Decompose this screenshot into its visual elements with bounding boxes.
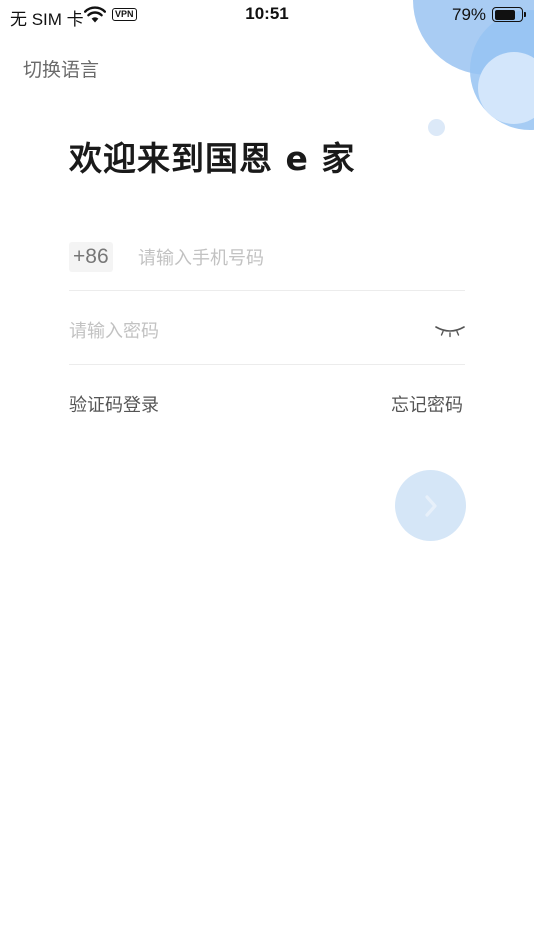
battery-tip — [524, 12, 526, 17]
welcome-title: 欢迎来到国恩 e 家 — [69, 139, 356, 178]
login-screen: 无 SIM 卡 VPN 10:51 79% 切换语言 欢迎来到国恩 e 家 +8… — [0, 0, 534, 950]
decor-bubble-small — [428, 119, 445, 136]
password-divider — [69, 364, 465, 365]
sms-login-link[interactable]: 验证码登录 — [69, 391, 159, 417]
battery-level-fill — [494, 9, 516, 20]
forgot-password-link[interactable]: 忘记密码 — [391, 391, 463, 417]
language-switch-button[interactable]: 切换语言 — [23, 55, 99, 82]
phone-input[interactable] — [138, 242, 458, 274]
battery-percentage: 79% — [452, 5, 487, 24]
country-code-selector[interactable]: +86 — [69, 242, 113, 272]
password-input[interactable] — [69, 315, 419, 347]
phone-divider — [69, 290, 465, 291]
chevron-right-icon — [424, 494, 437, 517]
eye-closed-icon[interactable] — [435, 322, 465, 338]
decor-bubble-light — [478, 52, 534, 124]
status-bar: 无 SIM 卡 VPN 10:51 79% — [0, 0, 534, 30]
next-button[interactable] — [395, 470, 466, 541]
battery-icon — [492, 7, 526, 22]
